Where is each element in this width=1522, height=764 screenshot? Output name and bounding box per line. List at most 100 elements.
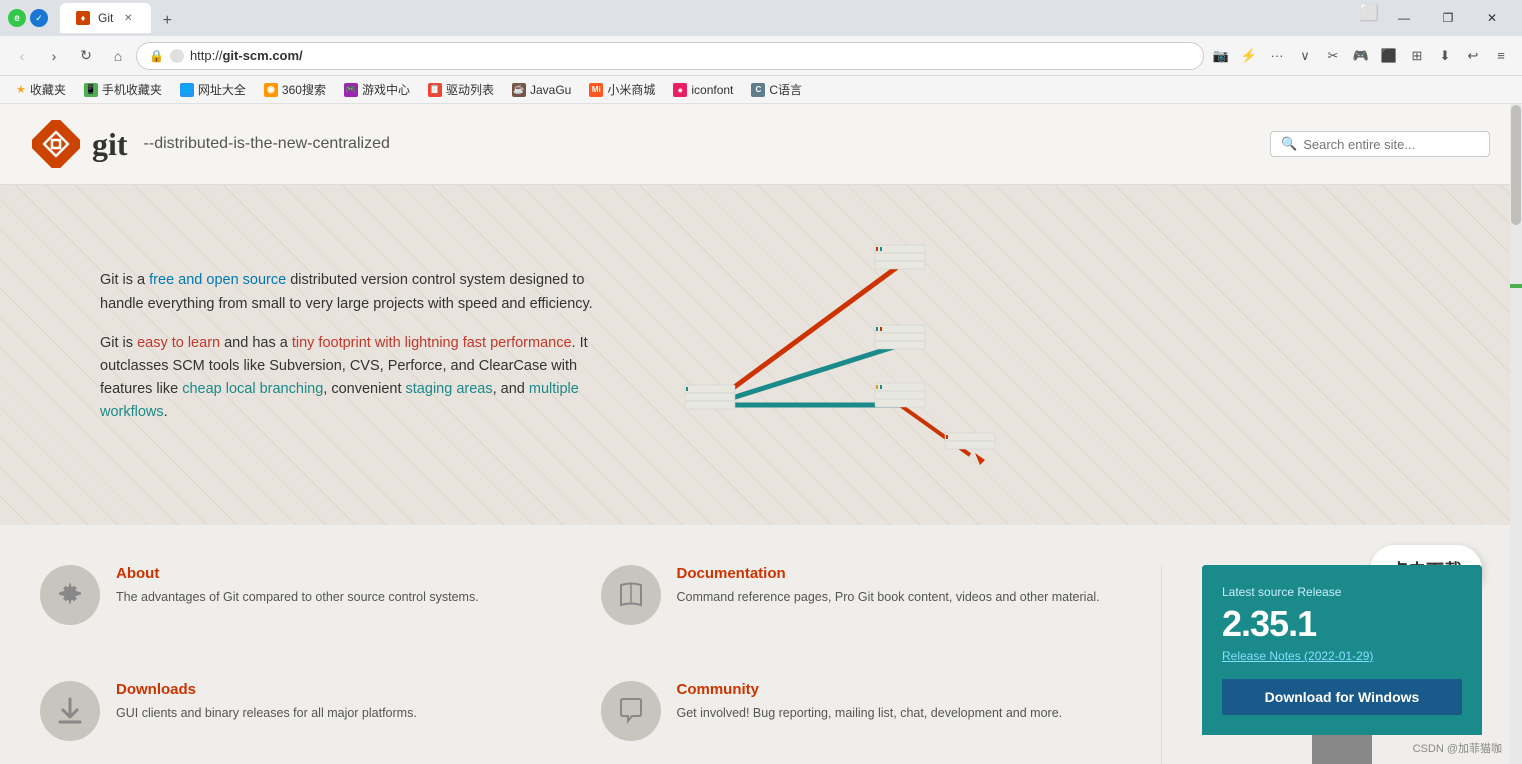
address-bar[interactable]: 🔒 http://git-scm.com/ bbox=[136, 42, 1204, 70]
close-button[interactable]: ✕ bbox=[1470, 0, 1514, 36]
screenshot-icon[interactable]: 📷 bbox=[1208, 43, 1234, 69]
bookmark-360[interactable]: ◉ 360搜索 bbox=[256, 79, 334, 100]
bookmark-games[interactable]: 🎮 游戏中心 bbox=[336, 79, 418, 100]
iconfont-icon: ● bbox=[673, 83, 687, 97]
cards-section: About The advantages of Git compared to … bbox=[40, 565, 1162, 764]
bookmark-java[interactable]: ☕ JavaGu bbox=[504, 81, 579, 99]
bookmark-favorites[interactable]: ★ 收藏夹 bbox=[8, 79, 74, 100]
search-icon: 🔍 bbox=[1281, 136, 1297, 152]
bookmark-iconfont[interactable]: ● iconfont bbox=[665, 81, 741, 99]
lock-icon: 🔒 bbox=[149, 49, 164, 63]
csdn-watermark: CSDN @加菲猫咖 bbox=[1413, 740, 1502, 756]
bookmark-label: iconfont bbox=[691, 83, 733, 97]
profile-icon[interactable]: ⬜ bbox=[1356, 0, 1382, 26]
bookmark-label: 网址大全 bbox=[198, 81, 246, 98]
bookmark-label: 手机收藏夹 bbox=[102, 81, 162, 98]
docs-desc: Command reference pages, Pro Git book co… bbox=[677, 588, 1100, 607]
monitor-stand bbox=[1312, 735, 1372, 764]
release-notes-link[interactable]: Release Notes (2022-01-29) bbox=[1222, 649, 1462, 663]
version-number: 2.35.1 bbox=[1222, 603, 1462, 645]
scroll-indicator bbox=[1510, 284, 1522, 288]
scissors-icon[interactable]: ✂ bbox=[1320, 43, 1346, 69]
hero-section: Git is a free and open source distribute… bbox=[0, 185, 1522, 525]
download-panel: 点击下载 Latest source Release 2.35.1 Releas… bbox=[1162, 565, 1482, 764]
bookmark-label: 小米商城 bbox=[607, 81, 655, 98]
search-input[interactable] bbox=[1303, 137, 1479, 152]
bookmark-drivers[interactable]: 📋 驱动列表 bbox=[420, 79, 502, 100]
apps-icon[interactable]: ⊞ bbox=[1404, 43, 1430, 69]
bookmark-network[interactable]: 🌐 网址大全 bbox=[172, 79, 254, 100]
docs-card: Documentation Command reference pages, P… bbox=[601, 565, 1122, 657]
extensions-icon[interactable]: ··· bbox=[1264, 43, 1290, 69]
community-title[interactable]: Community bbox=[677, 681, 1063, 698]
docs-title[interactable]: Documentation bbox=[677, 565, 1100, 582]
git-logo: git --distributed-is-the-new-centralized bbox=[32, 120, 390, 168]
bookmarks-bar: ★ 收藏夹 📱 手机收藏夹 🌐 网址大全 ◉ 360搜索 🎮 游戏中心 📋 驱动… bbox=[0, 76, 1522, 104]
drivers-icon: 📋 bbox=[428, 83, 442, 97]
new-tab-button[interactable]: + bbox=[155, 9, 179, 33]
bookmark-label: 360搜索 bbox=[282, 81, 326, 98]
download-for-windows-button[interactable]: Download for Windows bbox=[1222, 679, 1462, 715]
monitor: Latest source Release 2.35.1 Release Not… bbox=[1202, 565, 1482, 735]
bottom-section: About The advantages of Git compared to … bbox=[0, 525, 1522, 764]
p2-end: . bbox=[164, 404, 168, 420]
tab-bar: ♦ Git ✕ + bbox=[52, 3, 1352, 33]
browser-badge: ✓ bbox=[30, 9, 48, 27]
free-open-source-link[interactable]: free and open source bbox=[149, 272, 286, 288]
back-button[interactable]: ‹ bbox=[8, 42, 36, 70]
community-icon bbox=[601, 681, 661, 741]
hero-paragraph-2: Git is easy to learn and has a tiny foot… bbox=[100, 332, 620, 425]
tiny-footprint-link[interactable]: tiny footprint with lightning fast perfo… bbox=[292, 335, 572, 351]
bookmark-label: 游戏中心 bbox=[362, 81, 410, 98]
downloads-title[interactable]: Downloads bbox=[116, 681, 417, 698]
undo-icon[interactable]: ↩ bbox=[1460, 43, 1486, 69]
chat-icon bbox=[616, 696, 646, 726]
window-controls: ⬜ — ❐ ✕ bbox=[1356, 0, 1514, 36]
downloads-card: Downloads GUI clients and binary release… bbox=[40, 681, 561, 764]
p2-middle: and has a bbox=[220, 335, 292, 351]
downloads-icon bbox=[40, 681, 100, 741]
git-header: git --distributed-is-the-new-centralized… bbox=[0, 104, 1522, 185]
forward-button[interactable]: › bbox=[40, 42, 68, 70]
games-icon: 🎮 bbox=[344, 83, 358, 97]
community-desc: Get involved! Bug reporting, mailing lis… bbox=[677, 704, 1063, 723]
right-controls: 📷 ⚡ ··· ∨ ✂ 🎮 ⬛ ⊞ ⬇ ↩ ≡ bbox=[1208, 43, 1514, 69]
bookmark-label: 驱动列表 bbox=[446, 81, 494, 98]
about-desc: The advantages of Git compared to other … bbox=[116, 588, 479, 607]
about-card: About The advantages of Git compared to … bbox=[40, 565, 561, 657]
browser-window: e ✓ ♦ Git ✕ + ⬜ — ❐ ✕ ‹ › ↻ ⌂ bbox=[0, 0, 1522, 764]
cheap-branching-link[interactable]: cheap local branching bbox=[182, 381, 323, 397]
browser-content: ‹ git --distributed-is-the-new-centraliz… bbox=[0, 104, 1522, 764]
active-tab[interactable]: ♦ Git ✕ bbox=[60, 3, 151, 33]
p1-before: Git is a bbox=[100, 272, 149, 288]
expand-icon[interactable]: ∨ bbox=[1292, 43, 1318, 69]
git-search[interactable]: 🔍 bbox=[1270, 131, 1490, 157]
bookmark-xiaomi[interactable]: Mi 小米商城 bbox=[581, 79, 663, 100]
title-bar: e ✓ ♦ Git ✕ + ⬜ — ❐ ✕ bbox=[0, 0, 1522, 36]
site-icon bbox=[170, 49, 184, 63]
staging-areas-link[interactable]: staging areas bbox=[406, 381, 493, 397]
bookmark-mobile[interactable]: 📱 手机收藏夹 bbox=[76, 79, 170, 100]
scrollbar-thumb[interactable] bbox=[1511, 105, 1521, 225]
star-icon: ★ bbox=[16, 83, 26, 96]
refresh-button[interactable]: ↻ bbox=[72, 42, 100, 70]
about-title[interactable]: About bbox=[116, 565, 479, 582]
bookmark-clang[interactable]: C C语言 bbox=[743, 79, 810, 100]
community-content: Community Get involved! Bug reporting, m… bbox=[677, 681, 1063, 723]
game-icon[interactable]: 🎮 bbox=[1348, 43, 1374, 69]
restore-button[interactable]: ❐ bbox=[1426, 0, 1470, 36]
easy-to-learn-link[interactable]: easy to learn bbox=[137, 335, 220, 351]
download-icon[interactable]: ⬇ bbox=[1432, 43, 1458, 69]
lightning-icon[interactable]: ⚡ bbox=[1236, 43, 1262, 69]
downloads-desc: GUI clients and binary releases for all … bbox=[116, 704, 417, 723]
minimize-button[interactable]: — bbox=[1382, 0, 1426, 36]
search-360-icon: ◉ bbox=[264, 83, 278, 97]
bookmark-label: C语言 bbox=[769, 81, 802, 98]
docs-content: Documentation Command reference pages, P… bbox=[677, 565, 1100, 607]
scrollbar[interactable] bbox=[1510, 104, 1522, 764]
home-button[interactable]: ⌂ bbox=[104, 42, 132, 70]
menu-icon[interactable]: ≡ bbox=[1488, 43, 1514, 69]
puzzle-icon[interactable]: ⬛ bbox=[1376, 43, 1402, 69]
tab-close-button[interactable]: ✕ bbox=[121, 11, 135, 25]
edge-icon: e bbox=[8, 9, 26, 27]
